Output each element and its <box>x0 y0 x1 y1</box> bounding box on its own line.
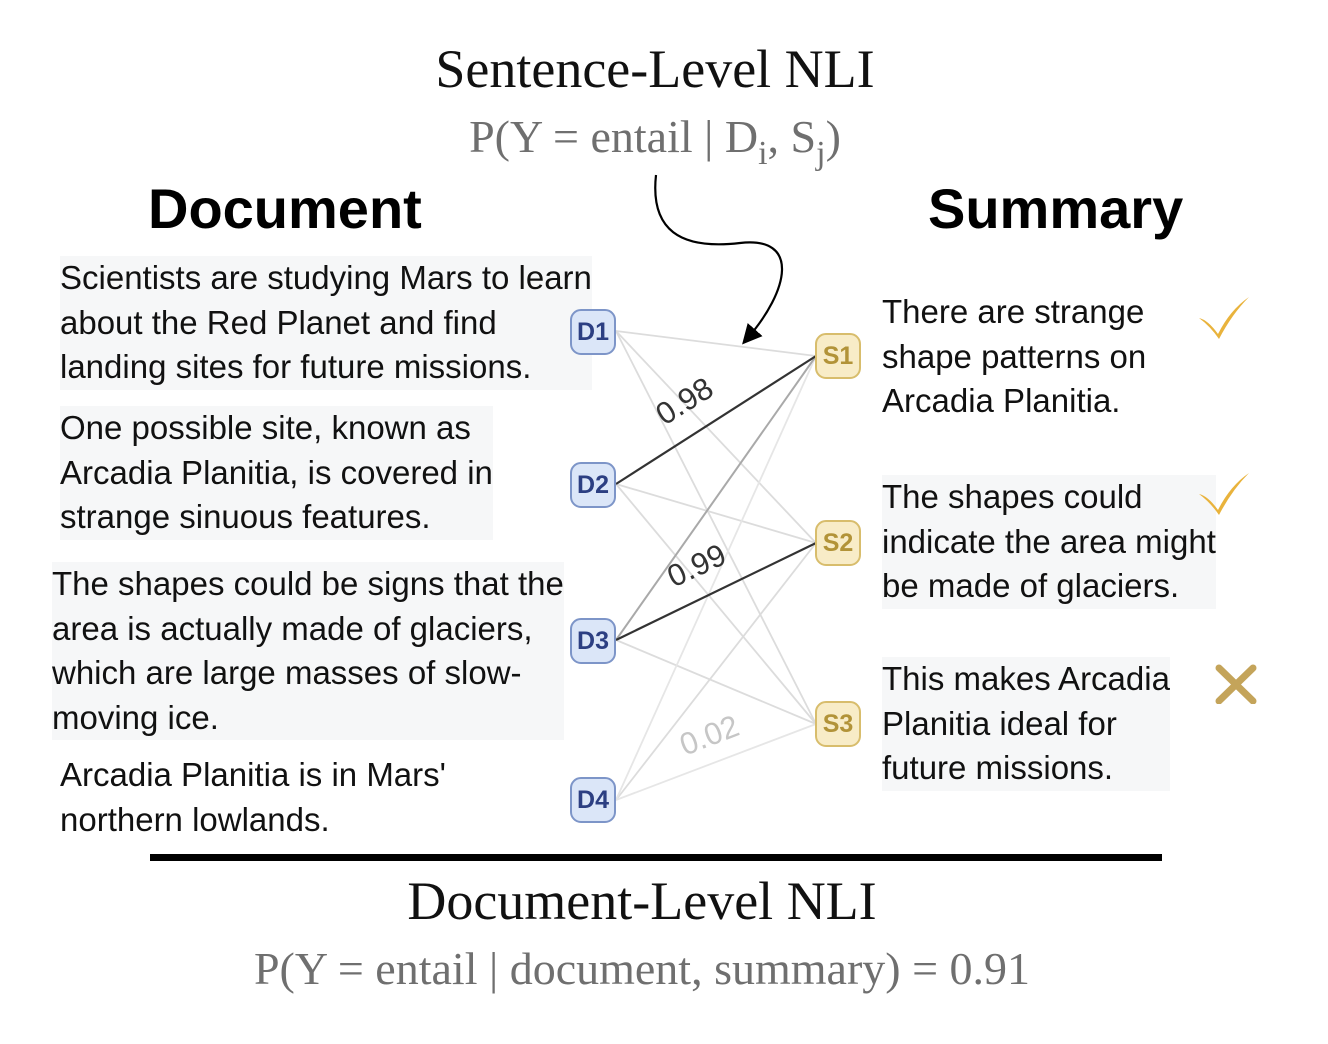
edge-d3-s3 <box>615 639 817 725</box>
document-level-title: Document-Level NLI <box>407 871 877 931</box>
cross-icon <box>1215 664 1257 704</box>
check-icon <box>1199 297 1249 339</box>
edge-d1-s3 <box>615 330 817 725</box>
node-s3: S3 <box>815 701 861 747</box>
section-divider <box>150 854 1162 861</box>
summary-sentence-s1: There are strange shape patterns on Arca… <box>882 293 1147 419</box>
document-level-formula: P(Y = entail | document, summary) = 0.91 <box>253 943 1031 994</box>
edge-label-d3-s2: 0.99 <box>662 537 731 594</box>
document-sentence-d1: Scientists are studying Mars to learn ab… <box>60 256 592 390</box>
node-d3: D3 <box>570 618 616 664</box>
document-sentence-d4: Arcadia Planitia is in Mars' northern lo… <box>60 756 446 838</box>
summary-sentence-s3: This makes Arcadia Planitia ideal for fu… <box>882 657 1170 791</box>
edge-label-d2-s1: 0.98 <box>650 370 720 432</box>
edge-d2-s3 <box>615 483 817 725</box>
node-s1: S1 <box>815 333 861 379</box>
document-sentence-d3: The shapes could be signs that the area … <box>52 562 564 740</box>
node-s2: S2 <box>815 520 861 566</box>
edge-d1-s2 <box>615 330 817 544</box>
edge-label-d4-s3: 0.02 <box>675 708 744 762</box>
node-d2: D2 <box>570 462 616 508</box>
edge-d2-s1 <box>615 355 817 485</box>
node-d4: D4 <box>570 777 616 823</box>
curved-arrow <box>654 174 784 345</box>
summary-sentence-s2: The shapes could indicate the area might… <box>882 475 1216 609</box>
node-d1: D1 <box>570 309 616 355</box>
check-icon <box>1199 473 1249 515</box>
document-sentence-d2: One possible site, known as Arcadia Plan… <box>60 406 493 540</box>
edge-d1-s1 <box>615 330 817 357</box>
edge-d2-s2 <box>615 483 817 544</box>
